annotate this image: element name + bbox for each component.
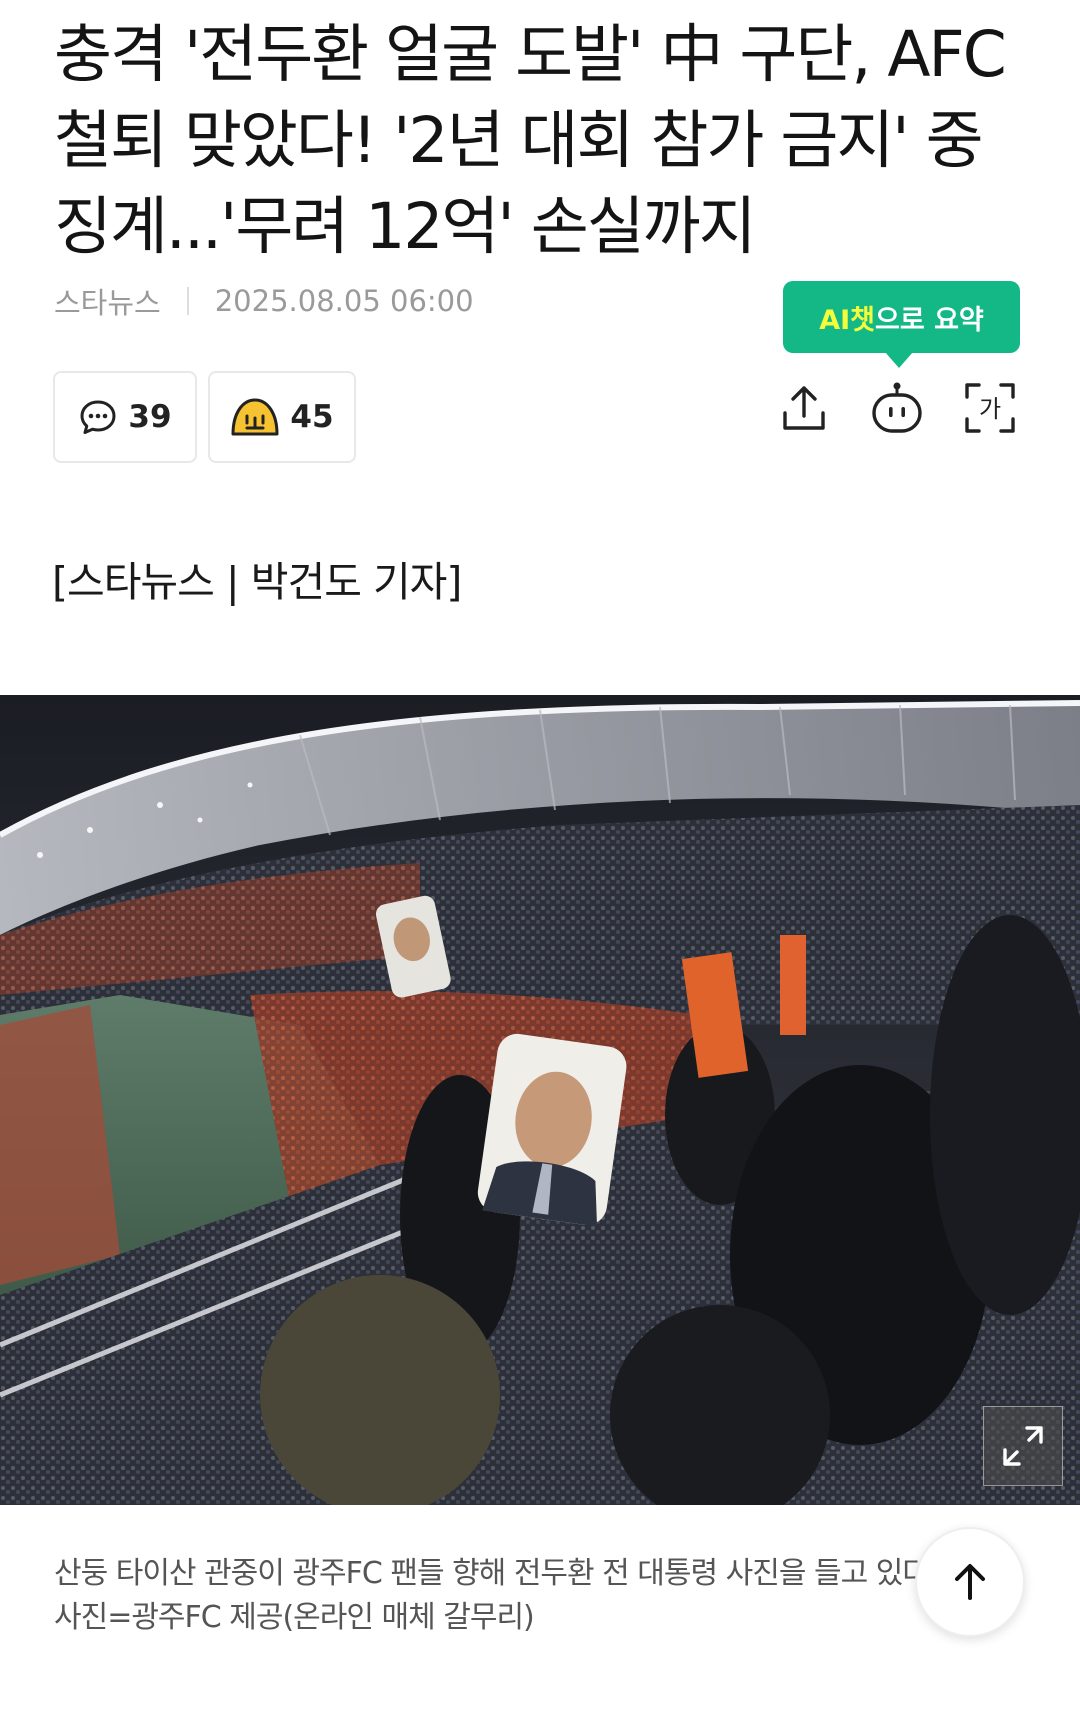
tooltip-tail <box>885 352 913 368</box>
article-photo[interactable] <box>0 695 1080 1505</box>
ai-summary-label-prefix: AI챗 <box>819 304 876 336</box>
font-size-icon[interactable]: 가 <box>962 380 1018 436</box>
article-headline: 충격 '전두환 얼굴 도발' 中 구단, AFC 철퇴 맞았다! '2년 대회 … <box>54 18 1007 263</box>
like-count: 45 <box>290 399 334 435</box>
ai-chat-bot-icon[interactable] <box>869 380 925 436</box>
stadium-crowd-photo <box>0 695 1080 1505</box>
expand-image-button[interactable] <box>983 1406 1063 1486</box>
article-meta: 스타뉴스 2025.08.05 06:00 <box>54 280 474 322</box>
comment-icon <box>80 400 116 434</box>
scroll-to-top-button[interactable] <box>915 1527 1025 1637</box>
comment-count: 39 <box>128 399 172 435</box>
photo-caption: 산둥 타이산 관중이 광주FC 팬들 향해 전두환 전 대통령 사진을 들고 있… <box>54 1556 956 1635</box>
article-datetime: 2025.08.05 06:00 <box>214 284 474 318</box>
expand-icon <box>1003 1426 1043 1466</box>
article-source[interactable]: 스타뉴스 <box>54 280 161 322</box>
arrow-up-icon <box>955 1564 985 1600</box>
meta-divider <box>186 287 189 315</box>
share-icon[interactable] <box>776 380 832 436</box>
ai-summary-tooltip[interactable]: AI챗 으로 요약 <box>783 281 1020 368</box>
font-size-glyph: 가 <box>979 395 1001 423</box>
reaction-button[interactable]: 45 <box>208 371 356 463</box>
ai-summary-label-suffix: 으로 요약 <box>875 304 984 336</box>
comment-button[interactable]: 39 <box>53 371 197 463</box>
emoji-reaction-icon <box>231 398 279 436</box>
article-reporter-byline: [스타뉴스 | 박건도 기자] <box>52 558 462 606</box>
